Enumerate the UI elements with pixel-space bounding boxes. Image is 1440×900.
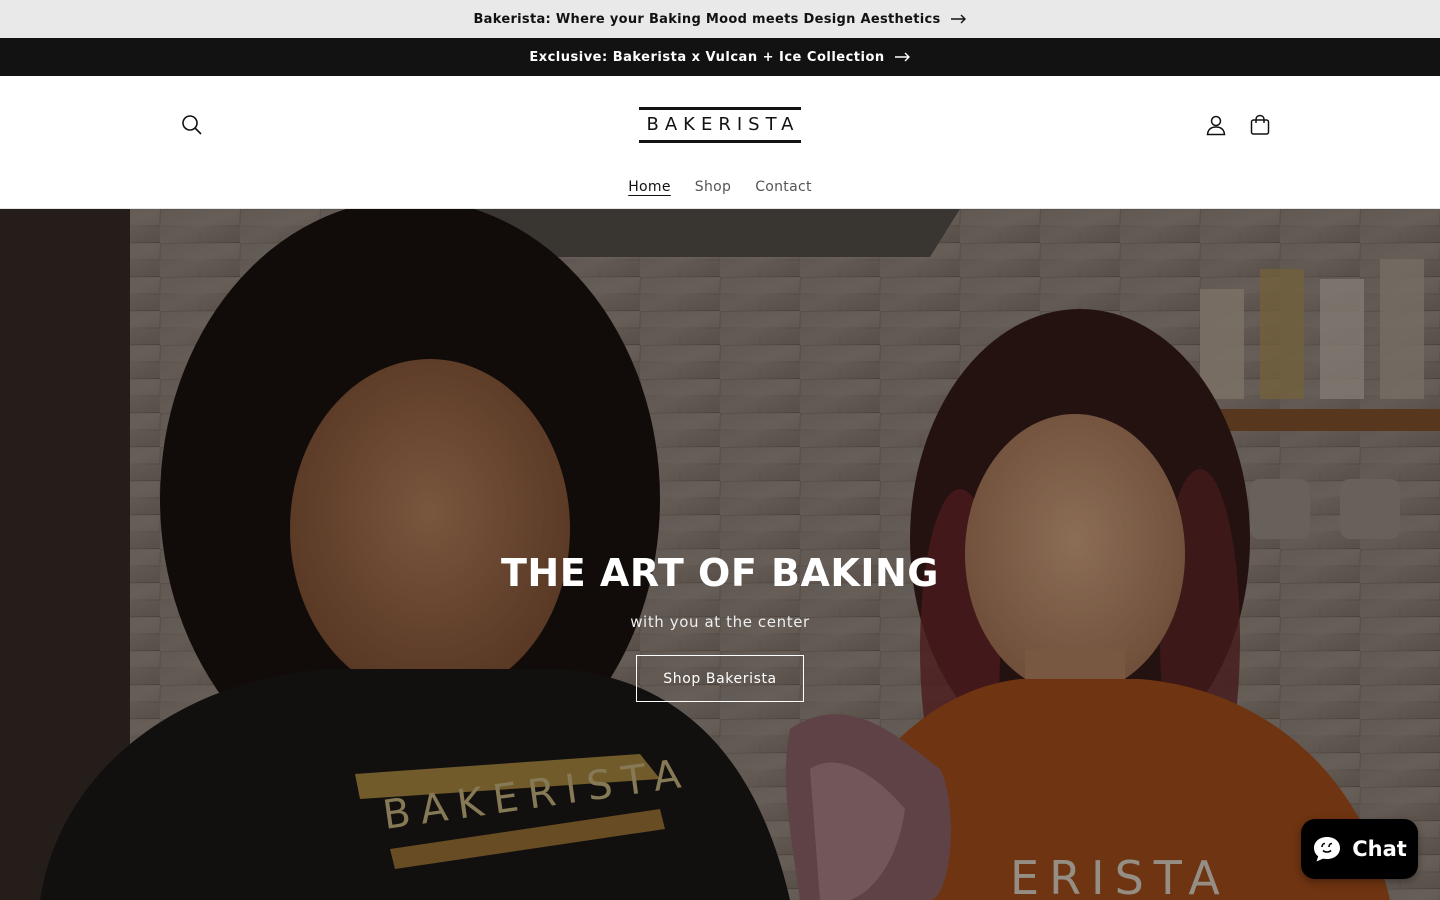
user-icon xyxy=(1206,115,1226,136)
logo-text: BAKERISTA xyxy=(646,114,800,135)
arrow-right-icon xyxy=(894,52,910,62)
account-button[interactable] xyxy=(1194,103,1238,147)
announcement-link-1[interactable]: Bakerista: Where your Baking Mood meets … xyxy=(473,12,966,27)
site-logo[interactable]: BAKERISTA xyxy=(639,107,801,143)
logo-rule-bottom xyxy=(639,140,801,143)
announcement-bar-secondary: Exclusive: Bakerista x Vulcan + Ice Coll… xyxy=(0,38,1440,76)
chat-label: Chat xyxy=(1352,837,1407,861)
main-nav: Home Shop Contact xyxy=(0,174,1440,200)
search-button[interactable] xyxy=(170,103,214,147)
logo-rule-top xyxy=(639,107,801,110)
hero-title: THE ART OF BAKING xyxy=(501,551,939,595)
site-header: BAKERISTA Home Shop Contact xyxy=(0,76,1440,209)
hero-content: THE ART OF BAKING with you at the center… xyxy=(0,549,1440,702)
nav-item-shop[interactable]: Shop xyxy=(683,174,743,200)
search-icon xyxy=(182,115,202,135)
chat-bubble-icon xyxy=(1314,837,1341,862)
nav-item-home[interactable]: Home xyxy=(616,174,683,200)
announcement-link-2[interactable]: Exclusive: Bakerista x Vulcan + Ice Coll… xyxy=(529,50,910,65)
shop-bakerista-button[interactable]: Shop Bakerista xyxy=(636,655,804,702)
hero-banner: BAKERISTA ERISTA THE ART OF BAKING with … xyxy=(0,209,1440,900)
announcement-text-1: Bakerista: Where your Baking Mood meets … xyxy=(473,11,941,27)
hero-subtitle: with you at the center xyxy=(630,613,810,631)
announcement-text-2: Exclusive: Bakerista x Vulcan + Ice Coll… xyxy=(529,49,885,65)
chat-button[interactable]: Chat xyxy=(1301,819,1418,879)
arrow-right-icon xyxy=(950,14,966,24)
announcement-bar-primary: Bakerista: Where your Baking Mood meets … xyxy=(0,0,1440,38)
nav-item-contact[interactable]: Contact xyxy=(743,174,824,200)
bag-icon xyxy=(1250,114,1270,135)
cart-button[interactable] xyxy=(1238,103,1282,147)
